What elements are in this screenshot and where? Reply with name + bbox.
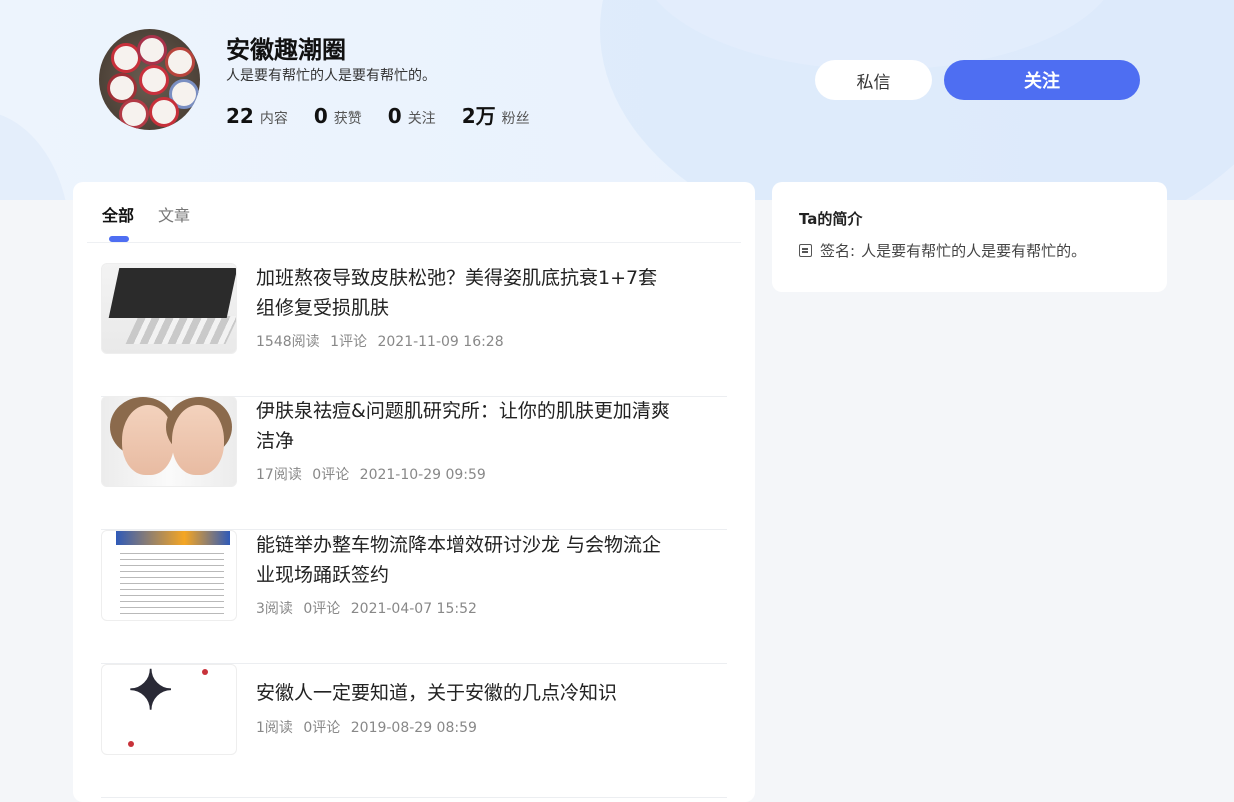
intro-signature: 签名: 人是要有帮忙的人是要有帮忙的。 <box>799 240 1086 261</box>
stat-value: 22 <box>226 104 254 128</box>
stat-content[interactable]: 22 内容 <box>226 104 288 128</box>
profile-signature: 人是要有帮忙的人是要有帮忙的。 <box>226 68 436 84</box>
intro-title: Ta的简介 <box>799 210 863 228</box>
article-thumbnail[interactable]: ✦ <box>101 664 237 755</box>
tab-all[interactable]: 全部 <box>102 202 134 226</box>
article-title[interactable]: 能链举办整车物流降本增效研讨沙龙 与会物流企业现场踊跃签约 <box>256 530 676 590</box>
article-reads: 17阅读 <box>256 467 302 483</box>
article-comments: 0评论 <box>303 720 341 736</box>
intro-signature-label: 签名: <box>820 242 856 260</box>
stat-value: 0 <box>313 104 328 128</box>
article-comments: 0评论 <box>312 467 350 483</box>
article-meta: 1548阅读 1评论 2021-11-09 16:28 <box>256 331 510 351</box>
article-reads: 3阅读 <box>256 601 293 617</box>
avatar <box>99 29 200 130</box>
article-comments: 1评论 <box>330 334 368 350</box>
stat-label: 内容 <box>259 111 288 127</box>
stat-label: 粉丝 <box>501 111 530 127</box>
stat-value: 0 <box>387 104 402 128</box>
article-title[interactable]: 伊肤泉祛痘&问题肌研究所：让你的肌肤更加清爽洁净 <box>256 396 676 456</box>
article-time: 2021-11-09 16:28 <box>377 334 504 350</box>
article-meta: 3阅读 0评论 2021-04-07 15:52 <box>256 598 483 618</box>
profile-name: 安徽趣潮圈 <box>226 36 346 64</box>
article-meta: 1阅读 0评论 2019-08-29 08:59 <box>256 717 483 737</box>
article-thumbnail[interactable] <box>101 530 237 621</box>
stat-fans[interactable]: 2万 粉丝 <box>462 100 530 129</box>
article-item[interactable]: ✦ 安徽人一定要知道，关于安徽的几点冷知识 1阅读 0评论 2019-08-29… <box>101 664 727 798</box>
article-item[interactable]: 加班熬夜导致皮肤松弛？美得姿肌底抗衰1+7套组修复受损肌肤 1548阅读 1评论… <box>101 263 727 397</box>
article-reads: 1阅读 <box>256 720 293 736</box>
article-item[interactable]: 伊肤泉祛痘&问题肌研究所：让你的肌肤更加清爽洁净 17阅读 0评论 2021-1… <box>101 396 727 530</box>
stat-value: 2万 <box>461 104 496 128</box>
article-item[interactable]: 能链举办整车物流降本增效研讨沙龙 与会物流企业现场踊跃签约 3阅读 0评论 20… <box>101 530 727 664</box>
article-comments: 0评论 <box>303 601 341 617</box>
article-reads: 1548阅读 <box>256 334 320 350</box>
profile-stats: 22 内容 0 获赞 0 关注 2万 粉丝 <box>226 100 556 129</box>
tab-articles[interactable]: 文章 <box>158 202 190 226</box>
intro-signature-value: 人是要有帮忙的人是要有帮忙的。 <box>861 242 1087 260</box>
article-title[interactable]: 加班熬夜导致皮肤松弛？美得姿肌底抗衰1+7套组修复受损肌肤 <box>256 263 676 323</box>
article-thumbnail[interactable] <box>101 396 237 487</box>
article-title[interactable]: 安徽人一定要知道，关于安徽的几点冷知识 <box>256 678 676 708</box>
message-button[interactable]: 私信 <box>815 60 932 100</box>
content-feed: 全部 文章 加班熬夜导致皮肤松弛？美得姿肌底抗衰1+7套组修复受损肌肤 1548… <box>73 182 755 802</box>
article-time: 2019-08-29 08:59 <box>350 720 477 736</box>
follow-button[interactable]: 关注 <box>944 60 1140 100</box>
article-time: 2021-04-07 15:52 <box>350 601 477 617</box>
stat-following[interactable]: 0 关注 <box>388 104 436 128</box>
tabs-divider <box>87 242 741 243</box>
feed-tabs: 全部 文章 <box>102 202 214 226</box>
article-meta: 17阅读 0评论 2021-10-29 09:59 <box>256 464 492 484</box>
note-icon <box>799 244 812 257</box>
intro-card: Ta的简介 签名: 人是要有帮忙的人是要有帮忙的。 <box>772 182 1167 292</box>
article-time: 2021-10-29 09:59 <box>359 467 486 483</box>
article-thumbnail[interactable] <box>101 263 237 354</box>
stat-likes: 0 获赞 <box>314 104 362 128</box>
stat-label: 获赞 <box>333 111 362 127</box>
stat-label: 关注 <box>407 111 436 127</box>
